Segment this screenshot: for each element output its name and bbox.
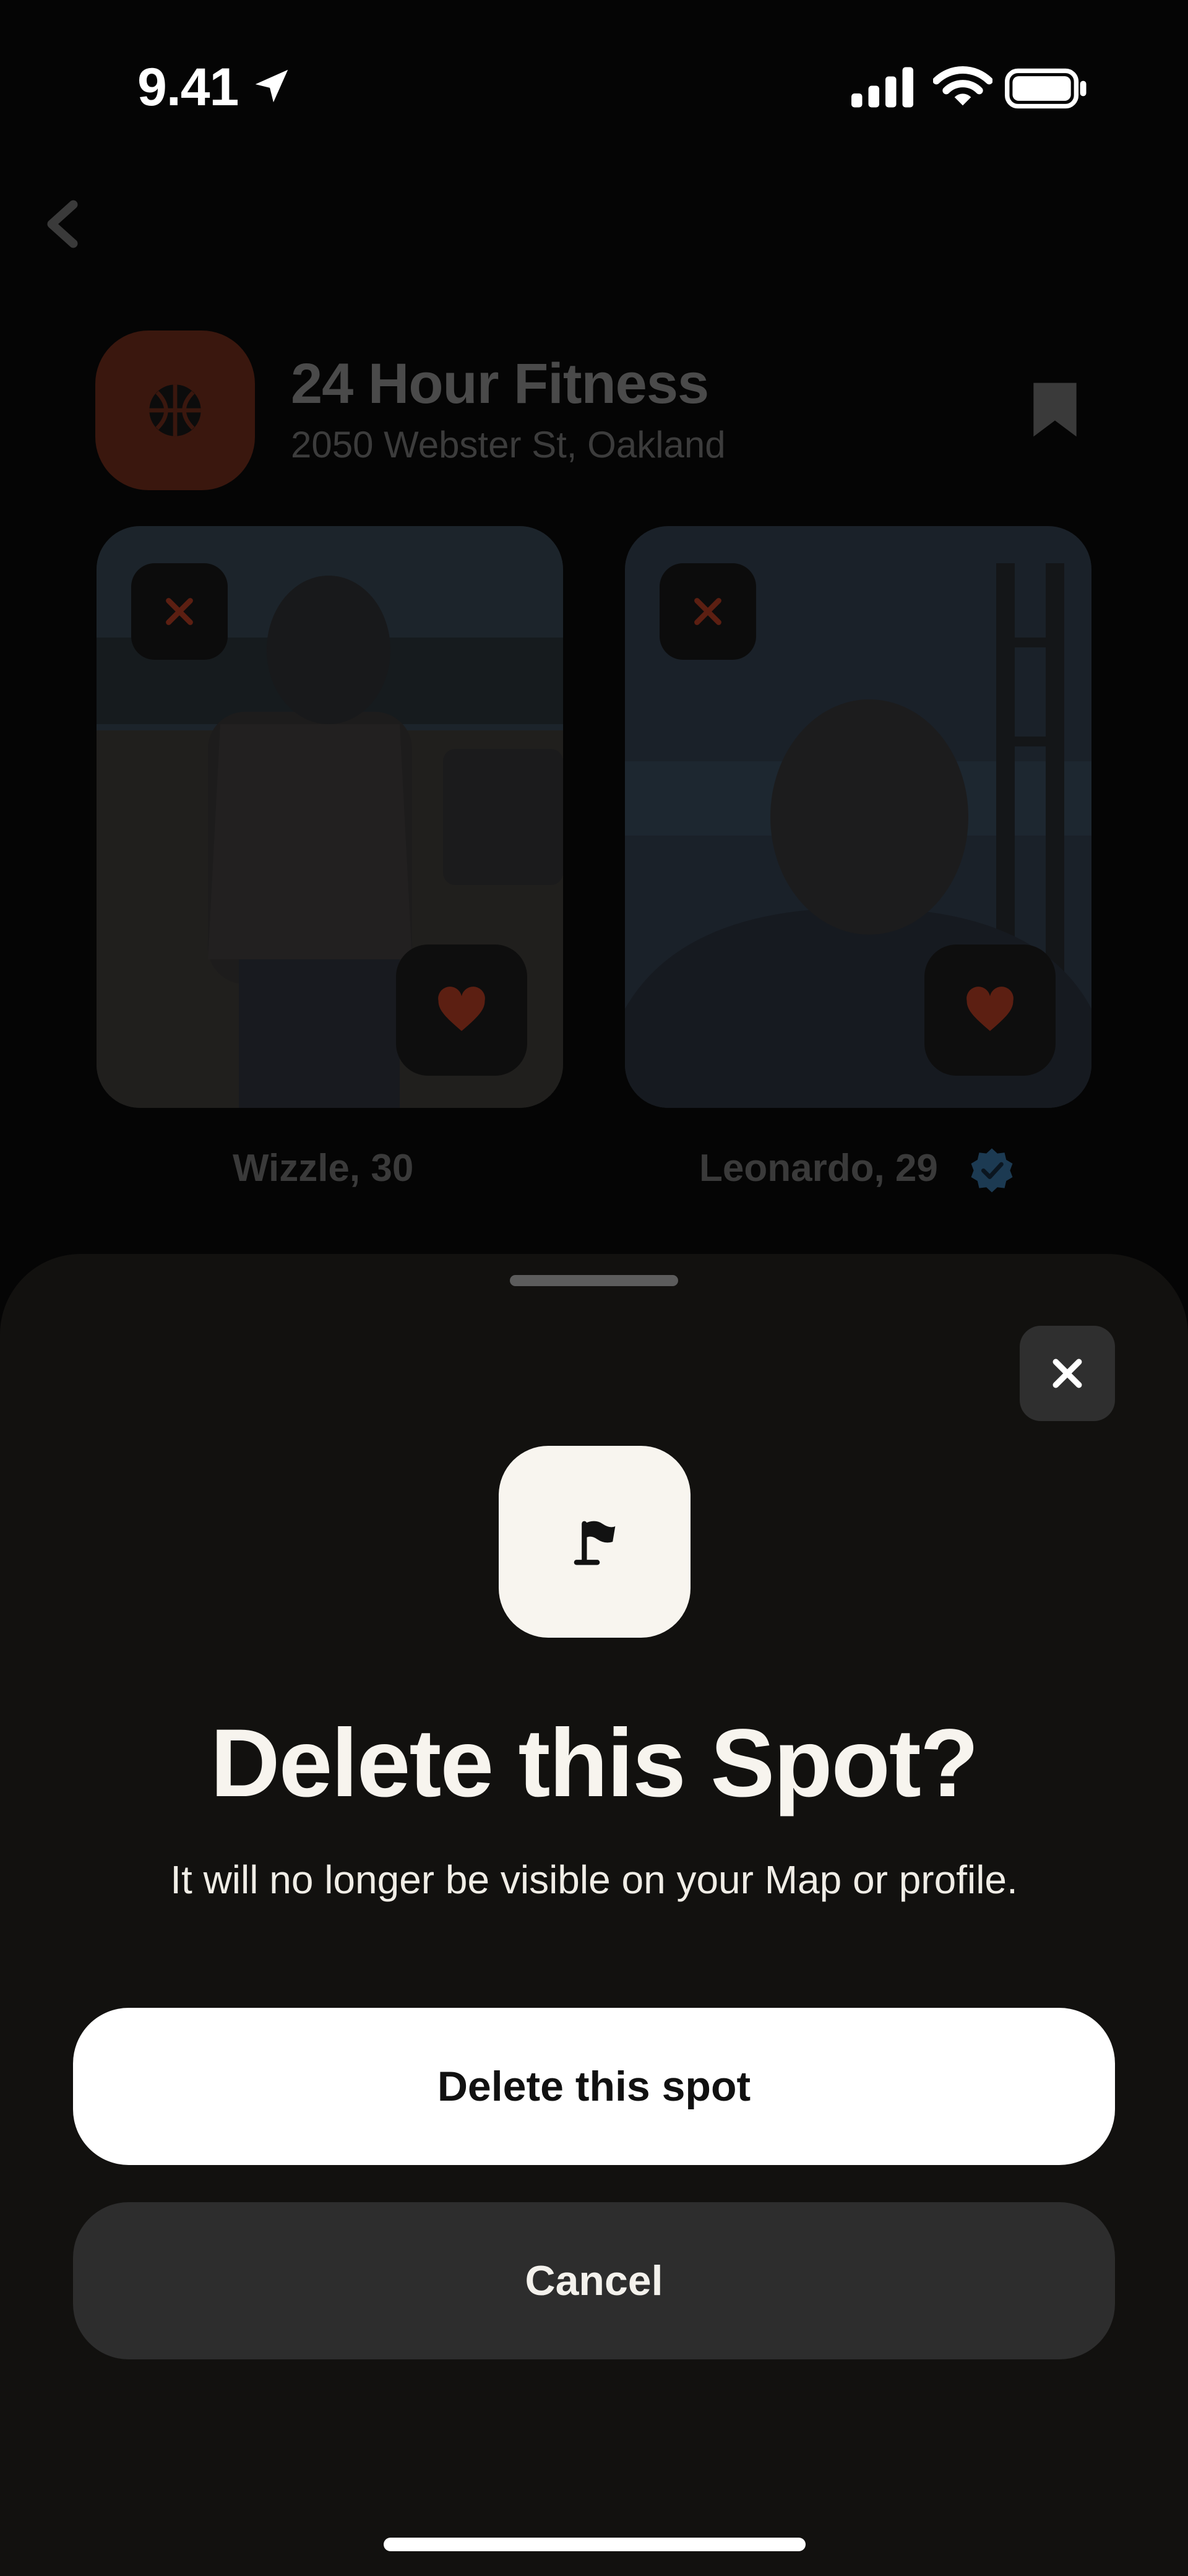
delete-spot-button[interactable]: Delete this spot — [73, 2008, 1115, 2165]
home-indicator[interactable] — [384, 2538, 806, 2551]
bookmark-icon[interactable] — [1027, 378, 1083, 442]
dialog-subtitle: It will no longer be visible on your Map… — [170, 1857, 1018, 1902]
close-x-icon — [694, 598, 721, 625]
cancel-button[interactable]: Cancel — [73, 2202, 1115, 2359]
heart-icon — [438, 987, 485, 1031]
profile-card-wizzle[interactable] — [97, 526, 563, 1108]
basketball-icon — [149, 384, 201, 436]
close-icon — [1052, 1359, 1082, 1388]
verified-badge-icon — [971, 1148, 1013, 1193]
profile-card-leonardo[interactable] — [625, 526, 1091, 1108]
status-time: 9.41 — [137, 58, 239, 117]
person-name-age: Wizzle, 30 — [233, 1147, 414, 1190]
dismiss-button[interactable] — [131, 563, 228, 660]
close-button[interactable] — [1020, 1326, 1115, 1421]
like-button[interactable] — [396, 944, 527, 1076]
location-arrow-icon — [255, 69, 288, 103]
wifi-icon — [933, 66, 992, 106]
flag-icon-tile — [499, 1446, 691, 1638]
close-x-icon — [166, 598, 193, 625]
cellular-signal-icon — [851, 67, 913, 108]
spot-address: 2050 Webster St, Oakland — [291, 424, 726, 465]
dialog-title: Delete this Spot? — [210, 1709, 979, 1817]
back-chevron-icon[interactable] — [41, 198, 84, 250]
battery-full-icon — [1005, 68, 1087, 109]
heart-icon — [966, 987, 1014, 1031]
person-name-age: Leonardo, 29 — [699, 1147, 938, 1190]
spot-category-icon — [95, 331, 255, 490]
sheet-grabber[interactable] — [510, 1275, 678, 1286]
flag-icon — [574, 1521, 616, 1565]
dismiss-button[interactable] — [660, 563, 756, 660]
spot-title: 24 Hour Fitness — [291, 352, 709, 415]
like-button[interactable] — [924, 944, 1056, 1076]
